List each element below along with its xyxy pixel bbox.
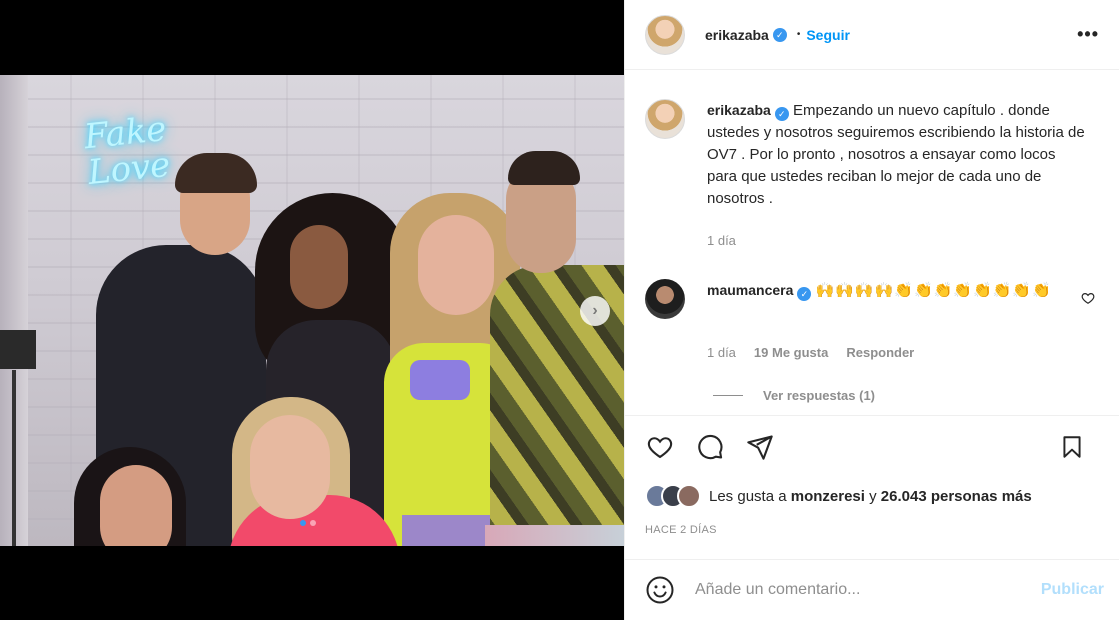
- post-date[interactable]: HACE 2 DÍAS: [645, 524, 717, 536]
- person-5-head: [100, 465, 172, 546]
- comment-input[interactable]: [695, 581, 1041, 599]
- caption-username[interactable]: erikazaba: [707, 102, 771, 118]
- add-comment-bar: Publicar: [625, 559, 1119, 620]
- save-button[interactable]: [1057, 432, 1087, 462]
- commenter-username[interactable]: maumancera: [707, 282, 793, 298]
- follow-button[interactable]: Seguir: [806, 27, 850, 43]
- likes-count[interactable]: 26.043 personas más: [881, 488, 1032, 505]
- author-avatar[interactable]: [645, 14, 685, 55]
- likes-summary: Les gusta a monzeresi y 26.043 personas …: [645, 484, 1032, 508]
- verified-icon: ✓: [797, 287, 812, 301]
- post-header: erikazaba ✓ • Seguir •••: [625, 0, 1119, 70]
- neon-sign: Fake Love: [82, 108, 173, 194]
- commenter-avatar[interactable]: [645, 279, 685, 319]
- view-replies-button[interactable]: Ver respuestas (1): [713, 388, 875, 403]
- person-2-head: [290, 225, 348, 309]
- post-panel: erikazaba ✓ • Seguir ••• erikazaba ✓ Empe…: [624, 0, 1119, 620]
- liker-avatars[interactable]: [645, 484, 701, 508]
- verified-icon: ✓: [772, 27, 787, 42]
- share-button[interactable]: [745, 432, 775, 462]
- comment-icon: [698, 434, 723, 460]
- comment-button[interactable]: [695, 432, 725, 462]
- carousel-dots: [300, 520, 316, 526]
- like-button[interactable]: [645, 432, 675, 462]
- likes-prefix: Les gusta a: [709, 487, 787, 505]
- caption-text-block: erikazaba ✓ Empezando un nuevo capítulo .…: [707, 99, 1087, 210]
- person-3-top: [410, 360, 470, 400]
- likes-text: Les gusta a monzeresi y 26.043 personas …: [709, 488, 1032, 505]
- smile-icon[interactable]: [645, 575, 675, 605]
- comment-text-block: maumancera ✓ 🙌🙌🙌🙌👏👏👏👏👏👏👏👏: [707, 279, 1067, 319]
- comments-section: erikazaba ✓ Empezando un nuevo capítulo .…: [625, 71, 1119, 416]
- person-3-head: [418, 215, 494, 315]
- share-icon: [747, 435, 773, 460]
- comment-time: 1 día: [707, 345, 736, 360]
- heart-icon: [647, 437, 673, 459]
- next-arrow-icon[interactable]: ›: [580, 296, 610, 326]
- verified-icon: ✓: [774, 107, 789, 121]
- person-1-hair: [175, 153, 257, 193]
- likes-user[interactable]: monzeresi: [791, 488, 865, 505]
- comment: maumancera ✓ 🙌🙌🙌🙌👏👏👏👏👏👏👏👏: [645, 279, 1105, 319]
- comment-meta: 1 día 19 Me gusta Responder: [707, 345, 914, 360]
- publish-button[interactable]: Publicar: [1041, 581, 1104, 599]
- carousel-dot-active: [300, 520, 306, 526]
- more-icon[interactable]: •••: [1077, 24, 1099, 45]
- replies-line: [713, 395, 743, 396]
- view-replies-label: Ver respuestas (1): [763, 388, 876, 403]
- reply-button[interactable]: Responder: [846, 345, 914, 360]
- caption-avatar[interactable]: [645, 99, 685, 139]
- action-bar: [645, 430, 1105, 464]
- person-6-head: [250, 415, 330, 519]
- person-4-pants: [485, 525, 624, 546]
- person-4-hair: [508, 151, 580, 185]
- comment-text: 🙌🙌🙌🙌👏👏👏👏👏👏👏👏: [815, 282, 1052, 299]
- header-bullet: •: [796, 29, 801, 40]
- caption: erikazaba ✓ Empezando un nuevo capítulo .…: [645, 99, 1105, 210]
- tripod: [0, 330, 36, 546]
- likes-connector: y: [869, 487, 877, 505]
- comment-likes[interactable]: 19 Me gusta: [754, 345, 828, 360]
- author-username[interactable]: erikazaba: [705, 27, 769, 43]
- heart-icon: [1081, 293, 1095, 304]
- post-media: Fake Love ›: [0, 0, 624, 620]
- caption-time: 1 día: [707, 233, 736, 248]
- bookmark-icon: [1063, 436, 1081, 458]
- carousel-dot: [310, 520, 316, 526]
- comment-like-icon[interactable]: [1081, 291, 1095, 308]
- liker-avatar: [677, 484, 701, 508]
- post-photo[interactable]: Fake Love: [0, 75, 624, 546]
